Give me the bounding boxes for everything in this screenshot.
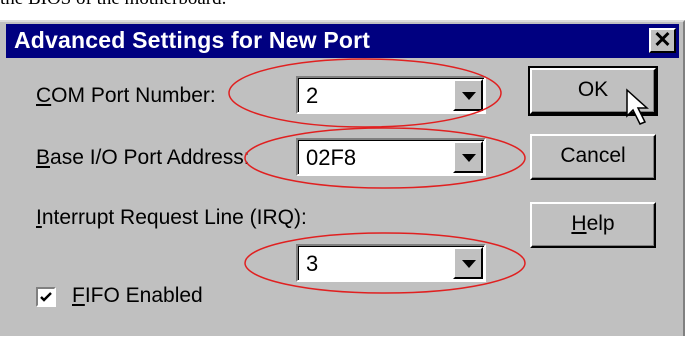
cancel-button[interactable]: Cancel <box>530 134 656 180</box>
fifo-label-mnemonic: F <box>72 284 85 307</box>
checkmark-icon <box>40 292 52 302</box>
irq-value: 3 <box>306 251 319 276</box>
fifo-label[interactable]: FIFO Enabled <box>72 284 203 308</box>
com-port-value: 2 <box>306 83 319 108</box>
com-port-combo[interactable]: 2 <box>296 76 486 114</box>
base-io-label-rest: ase I/O Port Address: <box>50 146 250 169</box>
fifo-label-rest: IFO Enabled <box>84 284 203 307</box>
fifo-checkbox[interactable] <box>36 287 56 307</box>
com-port-label: COM Port Number: <box>36 84 216 108</box>
dropdown-arrow-icon[interactable] <box>453 247 483 279</box>
ok-button[interactable]: OK <box>528 66 658 116</box>
irq-label-rest: nterrupt Request Line (IRQ): <box>41 206 307 229</box>
irq-combo[interactable]: 3 <box>296 244 486 282</box>
help-button[interactable]: Help <box>530 202 656 248</box>
dropdown-arrow-icon[interactable] <box>453 141 483 173</box>
base-io-label: Base I/O Port Address: <box>36 146 250 170</box>
irq-label: Interrupt Request Line (IRQ): <box>36 206 307 230</box>
base-io-value: 02F8 <box>306 145 357 170</box>
advanced-settings-dialog: Advanced Settings for New Port ✕ COM Por… <box>0 20 685 336</box>
base-io-combo[interactable]: 02F8 <box>296 138 486 176</box>
dialog-title: Advanced Settings for New Port <box>14 27 371 53</box>
base-io-label-mnemonic: B <box>36 146 51 169</box>
help-label-rest: elp <box>586 212 615 235</box>
com-port-label-rest: OM Port Number: <box>51 84 216 107</box>
help-mnemonic: H <box>571 212 587 235</box>
page-caption: the BIOS of the motherboard. <box>0 0 685 12</box>
title-bar: Advanced Settings for New Port ✕ <box>6 24 679 58</box>
close-icon[interactable]: ✕ <box>649 28 676 53</box>
dropdown-arrow-icon[interactable] <box>453 79 483 111</box>
com-port-label-mnemonic: C <box>36 84 52 107</box>
